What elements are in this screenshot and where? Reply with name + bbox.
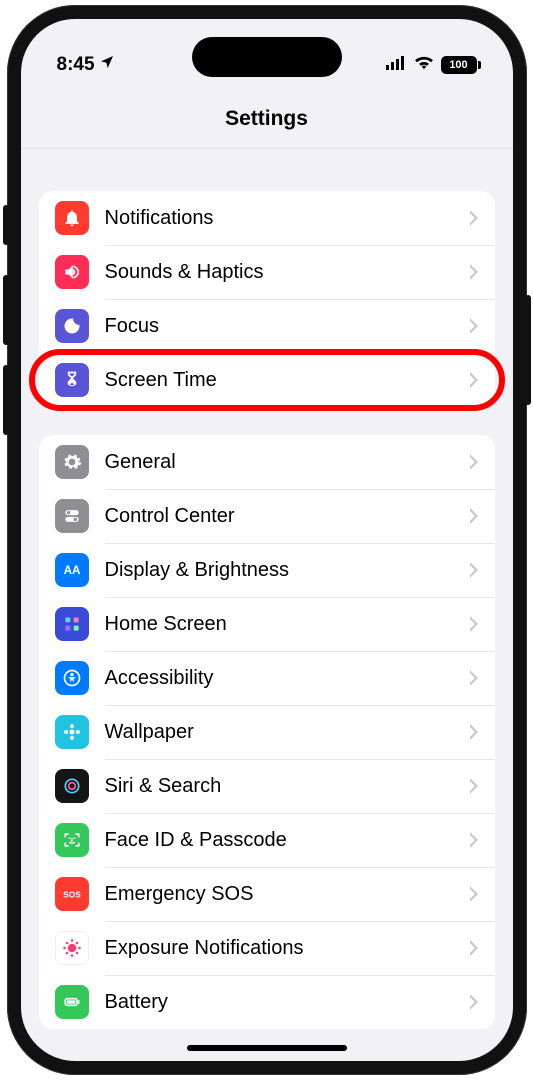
row-screentime[interactable]: Screen Time — [39, 353, 495, 407]
chevron-right-icon — [469, 778, 479, 794]
row-battery[interactable]: Battery — [39, 975, 495, 1029]
side-button — [3, 275, 9, 345]
moon-icon — [55, 309, 89, 343]
status-time: 8:45 — [57, 54, 95, 76]
content-scroll[interactable]: Notifications Sounds & Haptics Focus — [21, 151, 513, 1061]
row-focus[interactable]: Focus — [39, 299, 495, 353]
chevron-right-icon — [469, 886, 479, 902]
row-wallpaper[interactable]: Wallpaper — [39, 705, 495, 759]
row-label: Home Screen — [105, 613, 469, 636]
gear-icon — [55, 445, 89, 479]
header: Settings — [21, 89, 513, 149]
row-label: Notifications — [105, 207, 469, 230]
flower-icon — [55, 715, 89, 749]
grid-icon — [55, 607, 89, 641]
row-controlcenter[interactable]: Control Center — [39, 489, 495, 543]
switches-icon — [55, 499, 89, 533]
cell-signal-icon — [385, 54, 407, 76]
dynamic-island — [192, 37, 342, 77]
chevron-right-icon — [469, 832, 479, 848]
row-faceid[interactable]: Face ID & Passcode — [39, 813, 495, 867]
face-icon — [55, 823, 89, 857]
row-label: Control Center — [105, 505, 469, 528]
row-display[interactable]: AA Display & Brightness — [39, 543, 495, 597]
phone-frame: 8:45 100 Settings — [7, 5, 527, 1075]
side-button — [525, 295, 531, 405]
row-label: Screen Time — [105, 369, 469, 392]
sos-icon: SOS — [55, 877, 89, 911]
home-indicator[interactable] — [187, 1045, 347, 1051]
chevron-right-icon — [469, 724, 479, 740]
row-label: Battery — [105, 991, 469, 1014]
siri-icon — [55, 769, 89, 803]
row-siri[interactable]: Siri & Search — [39, 759, 495, 813]
row-notifications[interactable]: Notifications — [39, 191, 495, 245]
person-circle-icon — [55, 661, 89, 695]
chevron-right-icon — [469, 210, 479, 226]
svg-text:SOS: SOS — [63, 889, 81, 899]
hourglass-icon — [55, 363, 89, 397]
page-title: Settings — [225, 107, 308, 131]
row-label: Wallpaper — [105, 721, 469, 744]
chevron-right-icon — [469, 318, 479, 334]
row-label: Focus — [105, 315, 469, 338]
row-accessibility[interactable]: Accessibility — [39, 651, 495, 705]
chevron-right-icon — [469, 616, 479, 632]
row-sos[interactable]: SOS Emergency SOS — [39, 867, 495, 921]
location-arrow-icon — [99, 54, 115, 76]
row-label: Exposure Notifications — [105, 937, 469, 960]
wifi-icon — [413, 54, 435, 76]
row-sounds[interactable]: Sounds & Haptics — [39, 245, 495, 299]
chevron-right-icon — [469, 508, 479, 524]
row-label: Emergency SOS — [105, 883, 469, 906]
chevron-right-icon — [469, 994, 479, 1010]
text-aa-icon: AA — [55, 553, 89, 587]
row-label: Sounds & Haptics — [105, 261, 469, 284]
battery-level: 100 — [449, 59, 467, 71]
side-button — [3, 205, 9, 245]
battery-icon: 100 — [441, 56, 477, 74]
chevron-right-icon — [469, 940, 479, 956]
chevron-right-icon — [469, 562, 479, 578]
virus-icon — [55, 931, 89, 965]
settings-group: General Control Center AA Display & Brig… — [39, 435, 495, 1029]
battery-icon — [55, 985, 89, 1019]
chevron-right-icon — [469, 454, 479, 470]
row-general[interactable]: General — [39, 435, 495, 489]
settings-group: Notifications Sounds & Haptics Focus — [39, 191, 495, 407]
row-label: Face ID & Passcode — [105, 829, 469, 852]
row-exposure[interactable]: Exposure Notifications — [39, 921, 495, 975]
row-label: General — [105, 451, 469, 474]
chevron-right-icon — [469, 670, 479, 686]
speaker-icon — [55, 255, 89, 289]
chevron-right-icon — [469, 264, 479, 280]
bell-icon — [55, 201, 89, 235]
svg-text:AA: AA — [63, 564, 80, 577]
row-label: Display & Brightness — [105, 559, 469, 582]
side-button — [3, 365, 9, 435]
chevron-right-icon — [469, 372, 479, 388]
row-homescreen[interactable]: Home Screen — [39, 597, 495, 651]
screen: 8:45 100 Settings — [21, 19, 513, 1061]
row-label: Siri & Search — [105, 775, 469, 798]
row-label: Accessibility — [105, 667, 469, 690]
